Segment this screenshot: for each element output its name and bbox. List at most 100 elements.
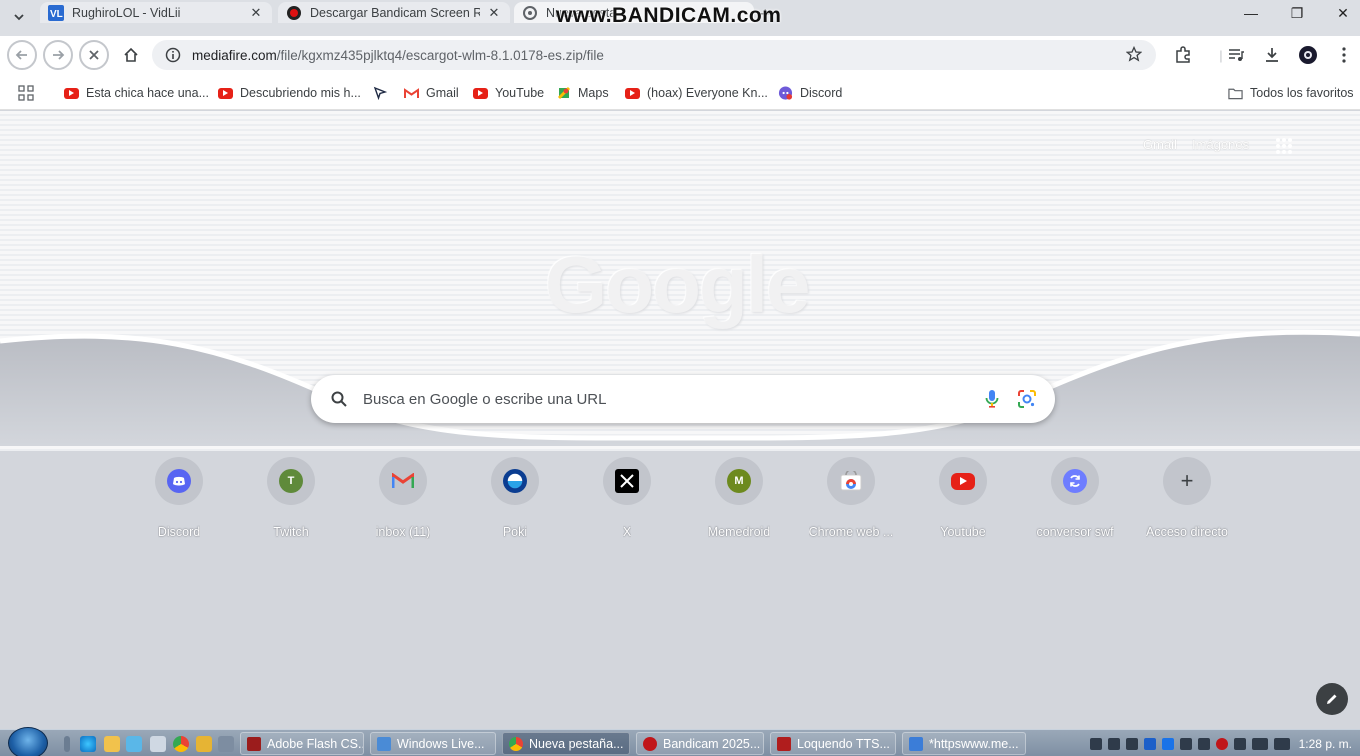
address-bar[interactable]: mediafire.com/file/kgxmz435pjlktq4/escar… (152, 40, 1156, 70)
close-icon (89, 50, 99, 60)
tab-close-icon[interactable]: ✕ (248, 5, 264, 21)
shortcut-tile[interactable]: Youtube (907, 455, 1019, 545)
tray-media-icon[interactable] (1107, 737, 1120, 750)
bookmark-item[interactable]: (hoax) Everyone Kn... (625, 84, 768, 102)
tray-app-icon[interactable] (1143, 737, 1156, 750)
taskbar-item[interactable]: Loquendo TTS... (770, 732, 896, 755)
shortcut-icon-circle: + (1163, 457, 1211, 505)
arrow-right-icon (53, 50, 65, 60)
gmail-icon (391, 469, 415, 493)
maximize-button[interactable]: ❐ (1274, 0, 1320, 26)
folder-icon[interactable] (196, 736, 212, 752)
menu-kebab-icon[interactable] (1334, 45, 1354, 65)
site-info-icon[interactable] (158, 47, 188, 63)
taskbar-item-label: Adobe Flash CS... (267, 736, 364, 751)
shortcut-label: Chrome web ... (808, 525, 894, 539)
shortcut-icon-circle (603, 457, 651, 505)
media-controls-icon[interactable] (1226, 45, 1246, 65)
shortcut-tile[interactable]: Discord (123, 455, 235, 545)
explorer-folder-icon[interactable] (104, 736, 120, 752)
taskbar-item[interactable]: *httpswww.me... (902, 732, 1026, 755)
stop-loading-button[interactable] (79, 40, 109, 70)
bookmark-label: (hoax) Everyone Kn... (647, 86, 768, 100)
bluetooth-icon[interactable] (1161, 737, 1174, 750)
profile-avatar-icon[interactable] (1298, 45, 1318, 65)
extensions-icon[interactable] (1173, 45, 1193, 65)
shortcut-label: Twitch (273, 525, 309, 539)
shortcut-tile[interactable]: M Memedroid (683, 455, 795, 545)
search-box[interactable]: Busca en Google o escribe una URL (311, 375, 1055, 423)
all-bookmarks-folder[interactable]: Todos los favoritos (1228, 84, 1354, 102)
tab-vidlii[interactable]: VL RughiroLOL - VidLii ✕ (40, 2, 272, 23)
home-icon (124, 47, 138, 62)
gmail-link[interactable]: Gmail (1143, 137, 1177, 152)
google-lens-icon[interactable] (1017, 389, 1037, 412)
downloads-icon[interactable] (1262, 45, 1282, 65)
url-path: /file/kgxmz435pjlktq4/escargot-wlm-8.1.0… (276, 47, 604, 63)
tab-bandicam[interactable]: Descargar Bandicam Screen Re ✕ (278, 2, 510, 23)
shortcut-icon-circle: M (715, 457, 763, 505)
shortcut-tile[interactable]: T Twitch (235, 455, 347, 545)
shortcut-label: Discord (157, 525, 201, 539)
tray-security-icon[interactable] (1179, 737, 1192, 750)
battery-icon[interactable] (1233, 737, 1246, 750)
bandicam-tray-icon[interactable] (1215, 737, 1228, 750)
shortcut-tile[interactable]: conversor swf (1019, 455, 1131, 545)
bookmark-star-icon[interactable] (1125, 45, 1143, 65)
bookmark-item[interactable]: Descubriendo mis h... (218, 84, 361, 102)
voice-search-icon[interactable] (985, 389, 999, 412)
taskbar-item[interactable]: Bandicam 2025... (636, 732, 764, 755)
url-text: mediafire.com/file/kgxmz435pjlktq4/escar… (192, 48, 604, 63)
images-link[interactable]: Imágenes (1192, 137, 1249, 152)
bookmark-item[interactable] (372, 84, 394, 102)
bookmark-item[interactable]: Maps (556, 84, 609, 102)
google-apps-icon[interactable] (1275, 137, 1293, 158)
bandicam-icon (643, 736, 657, 751)
tray-network-icon[interactable] (1125, 737, 1138, 750)
edge-icon[interactable] (80, 736, 96, 752)
youtube-icon (218, 87, 233, 99)
bookmark-item[interactable]: Gmail (404, 84, 459, 102)
taskbar-item-label: Loquendo TTS... (797, 736, 890, 751)
url-host: mediafire.com (192, 47, 277, 63)
shortcut-tile[interactable]: Chrome web ... (795, 455, 907, 545)
tray-camera-icon[interactable] (1197, 737, 1210, 750)
minimize-button[interactable]: — (1228, 0, 1274, 26)
tab-strip: VL RughiroLOL - VidLii ✕ Descargar Bandi… (0, 0, 1360, 36)
taskbar-clock[interactable]: 1:28 p. m. (1299, 737, 1352, 751)
search-icon (329, 391, 349, 407)
bookmark-item[interactable]: Discord (778, 84, 842, 102)
taskbar-item[interactable]: Nueva pestaña... (502, 732, 630, 755)
shortcut-label: X (622, 525, 632, 539)
apps-grid-icon[interactable] (18, 84, 34, 102)
discord-icon (778, 86, 793, 100)
shortcut-tile-add[interactable]: + Acceso directo (1131, 455, 1243, 545)
shortcut-tile[interactable]: X (571, 455, 683, 545)
bookmark-item[interactable]: Esta chica hace una... (64, 84, 209, 102)
shortcut-icon-circle (491, 457, 539, 505)
chrome-icon[interactable] (173, 736, 189, 752)
taskbar-item[interactable]: Windows Live... (370, 732, 496, 755)
tray-pen-icon[interactable] (1089, 737, 1102, 750)
browser-toolbar: mediafire.com/file/kgxmz435pjlktq4/escar… (0, 36, 1360, 74)
wifi-icon[interactable] (1251, 737, 1268, 750)
tab-search-button[interactable] (6, 4, 32, 30)
shortcut-tile[interactable]: Poki (459, 455, 571, 545)
chevron-down-icon (14, 14, 24, 21)
start-button[interactable] (8, 727, 48, 756)
shortcut-tile[interactable]: inbox (11) (347, 455, 459, 545)
youtube-icon (473, 87, 488, 99)
home-button[interactable] (116, 41, 146, 69)
bookmark-item[interactable]: YouTube (473, 84, 544, 102)
volume-icon[interactable] (1273, 737, 1290, 750)
customize-chrome-button[interactable] (1316, 683, 1348, 715)
taskbar-item[interactable]: Adobe Flash CS... (240, 732, 364, 755)
snipping-tool-icon[interactable] (150, 736, 166, 752)
close-window-button[interactable]: ✕ (1320, 0, 1360, 26)
forward-button[interactable] (43, 40, 73, 70)
tab-close-icon[interactable]: ✕ (486, 5, 502, 21)
bandicam-watermark: www.BANDICAM.com (556, 4, 782, 27)
back-button[interactable] (7, 40, 37, 70)
desktop-icon[interactable] (126, 736, 142, 752)
notepad-icon (909, 736, 923, 751)
